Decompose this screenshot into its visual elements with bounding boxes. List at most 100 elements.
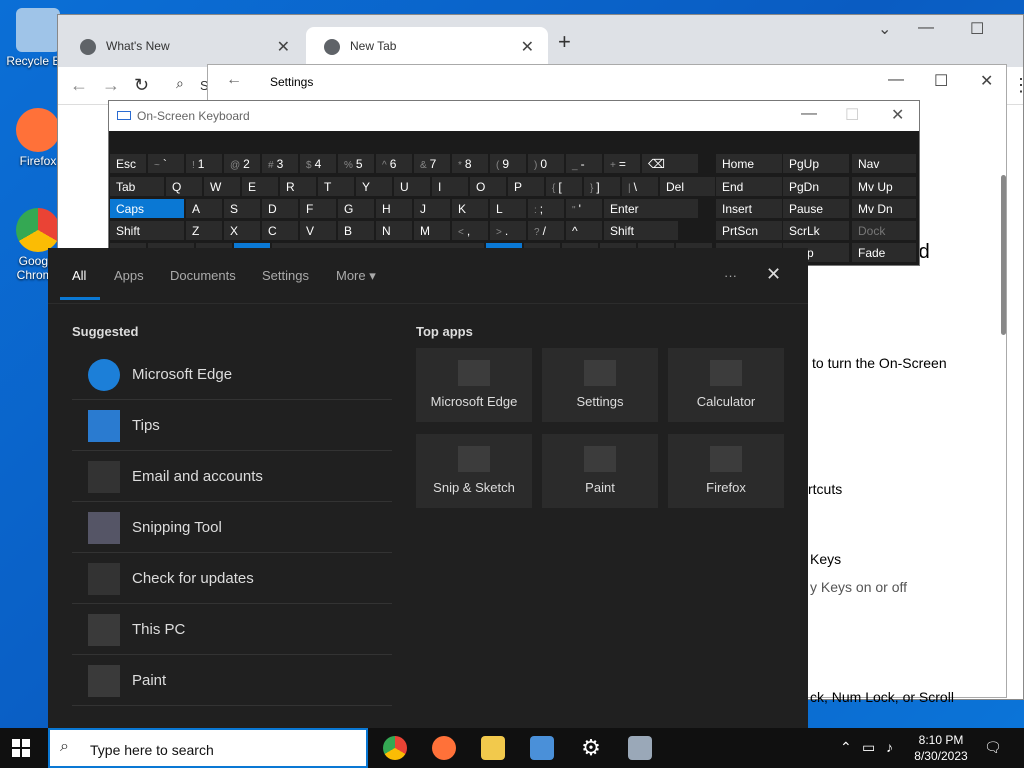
chevron-up-icon[interactable]: ⌃ <box>840 739 852 756</box>
new-tab-button[interactable]: + <box>558 29 571 55</box>
osk-nav-key[interactable]: Nav <box>851 153 917 174</box>
osk-nav-key[interactable]: Mv Dn <box>851 198 917 219</box>
osk-nav-key[interactable]: PrtScn <box>715 220 783 241</box>
osk-key[interactable]: @2 <box>223 153 261 174</box>
settings-gear-icon[interactable]: ⚙ <box>579 736 603 760</box>
osk-key[interactable]: }] <box>583 176 621 197</box>
close-icon[interactable]: ✕ <box>891 105 904 125</box>
top-app-tile[interactable]: Microsoft Edge <box>416 348 532 422</box>
suggested-item[interactable]: Microsoft Edge <box>72 350 392 400</box>
forward-icon[interactable]: → <box>102 75 120 96</box>
osk-key[interactable]: _ - <box>565 153 603 174</box>
tab-whats-new[interactable]: What's New ✕ <box>62 27 304 67</box>
tab-more[interactable]: More ▾ <box>336 268 376 284</box>
chevron-down-icon[interactable]: ⌄ <box>878 19 891 39</box>
close-icon[interactable]: ✕ <box>980 71 993 91</box>
maximize-icon[interactable]: ☐ <box>970 19 984 39</box>
osk-key[interactable]: (9 <box>489 153 527 174</box>
osk-nav-key[interactable]: Home <box>715 153 783 174</box>
osk-key[interactable]: H <box>375 198 413 219</box>
osk-key[interactable]: G <box>337 198 375 219</box>
osk-key[interactable]: K <box>451 198 489 219</box>
osk-key[interactable]: | \ <box>621 176 659 197</box>
close-icon[interactable]: ✕ <box>766 264 781 285</box>
osk-key[interactable]: Shift <box>109 220 185 241</box>
osk-key[interactable]: T <box>317 176 355 197</box>
osk-key[interactable]: Y <box>355 176 393 197</box>
osk-nav-key[interactable]: PgUp <box>782 153 850 174</box>
osk-key[interactable]: R <box>279 176 317 197</box>
osk-key[interactable]: I <box>431 176 469 197</box>
osk-key[interactable]: Del <box>659 176 717 197</box>
osk-nav-key[interactable]: Pause <box>782 198 850 219</box>
osk-nav-key[interactable]: Insert <box>715 198 783 219</box>
suggested-item[interactable]: Snipping Tool <box>72 503 392 553</box>
menu-icon[interactable]: ⋮ <box>1012 75 1024 96</box>
osk-key[interactable]: Esc <box>109 153 147 174</box>
osk-key[interactable]: V <box>299 220 337 241</box>
store-icon[interactable] <box>530 736 554 760</box>
close-icon[interactable]: ✕ <box>521 37 534 57</box>
osk-key[interactable]: C <box>261 220 299 241</box>
osk-nav-key[interactable]: ScrLk <box>782 220 850 241</box>
maximize-icon[interactable]: ☐ <box>934 71 948 91</box>
clock[interactable]: 8:10 PM 8/30/2023 <box>906 732 976 764</box>
suggested-item[interactable]: Paint <box>72 656 392 706</box>
notifications-icon[interactable]: 🗨 <box>984 739 1002 756</box>
osk-key[interactable]: & 7 <box>413 153 451 174</box>
osk-key[interactable]: :; <box>527 198 565 219</box>
tab-documents[interactable]: Documents <box>170 268 236 283</box>
chrome-icon[interactable] <box>383 736 407 760</box>
osk-key[interactable]: Enter <box>603 198 699 219</box>
start-button[interactable] <box>12 739 30 757</box>
osk-key[interactable]: U <box>393 176 431 197</box>
firefox-icon[interactable] <box>432 736 456 760</box>
osk-key[interactable]: X <box>223 220 261 241</box>
minimize-icon[interactable]: — <box>918 19 934 37</box>
osk-key[interactable]: ) 0 <box>527 153 565 174</box>
scrollbar[interactable] <box>1001 175 1006 335</box>
tab-new-tab[interactable]: New Tab ✕ <box>306 27 548 67</box>
reload-icon[interactable]: ↻ <box>134 75 149 96</box>
close-icon[interactable]: ✕ <box>277 37 290 57</box>
taskbar-search-box[interactable]: ⌕ Type here to search <box>48 728 368 768</box>
osk-key[interactable]: ⌫ <box>641 153 699 174</box>
top-app-tile[interactable]: Paint <box>542 434 658 508</box>
osk-key[interactable]: Tab <box>109 176 165 197</box>
osk-key[interactable]: M <box>413 220 451 241</box>
osk-nav-key[interactable]: Dock <box>851 220 917 241</box>
osk-key[interactable]: #3 <box>261 153 299 174</box>
top-app-tile[interactable]: Settings <box>542 348 658 422</box>
osk-nav-key[interactable]: Fade <box>851 242 917 263</box>
top-app-tile[interactable]: Firefox <box>668 434 784 508</box>
osk-key[interactable]: O <box>469 176 507 197</box>
osk-key[interactable]: ^ 6 <box>375 153 413 174</box>
osk-key[interactable]: Shift <box>603 220 679 241</box>
file-explorer-icon[interactable] <box>481 736 505 760</box>
back-icon[interactable]: ← <box>70 75 88 96</box>
minimize-icon[interactable]: — <box>801 105 817 123</box>
osk-key[interactable]: {[ <box>545 176 583 197</box>
back-icon[interactable]: ← <box>226 71 242 89</box>
osk-key[interactable]: L <box>489 198 527 219</box>
osk-key[interactable]: W <box>203 176 241 197</box>
osk-nav-key[interactable]: PgDn <box>782 176 850 197</box>
osk-key[interactable]: $4 <box>299 153 337 174</box>
suggested-item[interactable]: Check for updates <box>72 554 392 604</box>
suggested-item[interactable]: This PC <box>72 605 392 655</box>
osk-nav-key[interactable]: End <box>715 176 783 197</box>
osk-key[interactable]: Z <box>185 220 223 241</box>
osk-nav-key[interactable]: Mv Up <box>851 176 917 197</box>
osk-key[interactable]: E <box>241 176 279 197</box>
osk-key[interactable]: <, <box>451 220 489 241</box>
volume-icon[interactable]: ♪ <box>886 739 893 755</box>
osk-key[interactable]: >. <box>489 220 527 241</box>
osk-key[interactable]: P <box>507 176 545 197</box>
osk-key[interactable]: N <box>375 220 413 241</box>
osk-key[interactable]: J <box>413 198 451 219</box>
on-screen-keyboard-icon[interactable] <box>628 736 652 760</box>
minimize-icon[interactable]: — <box>888 71 904 89</box>
osk-key[interactable]: ! 1 <box>185 153 223 174</box>
osk-key[interactable]: A <box>185 198 223 219</box>
network-icon[interactable]: ▭ <box>862 739 875 756</box>
